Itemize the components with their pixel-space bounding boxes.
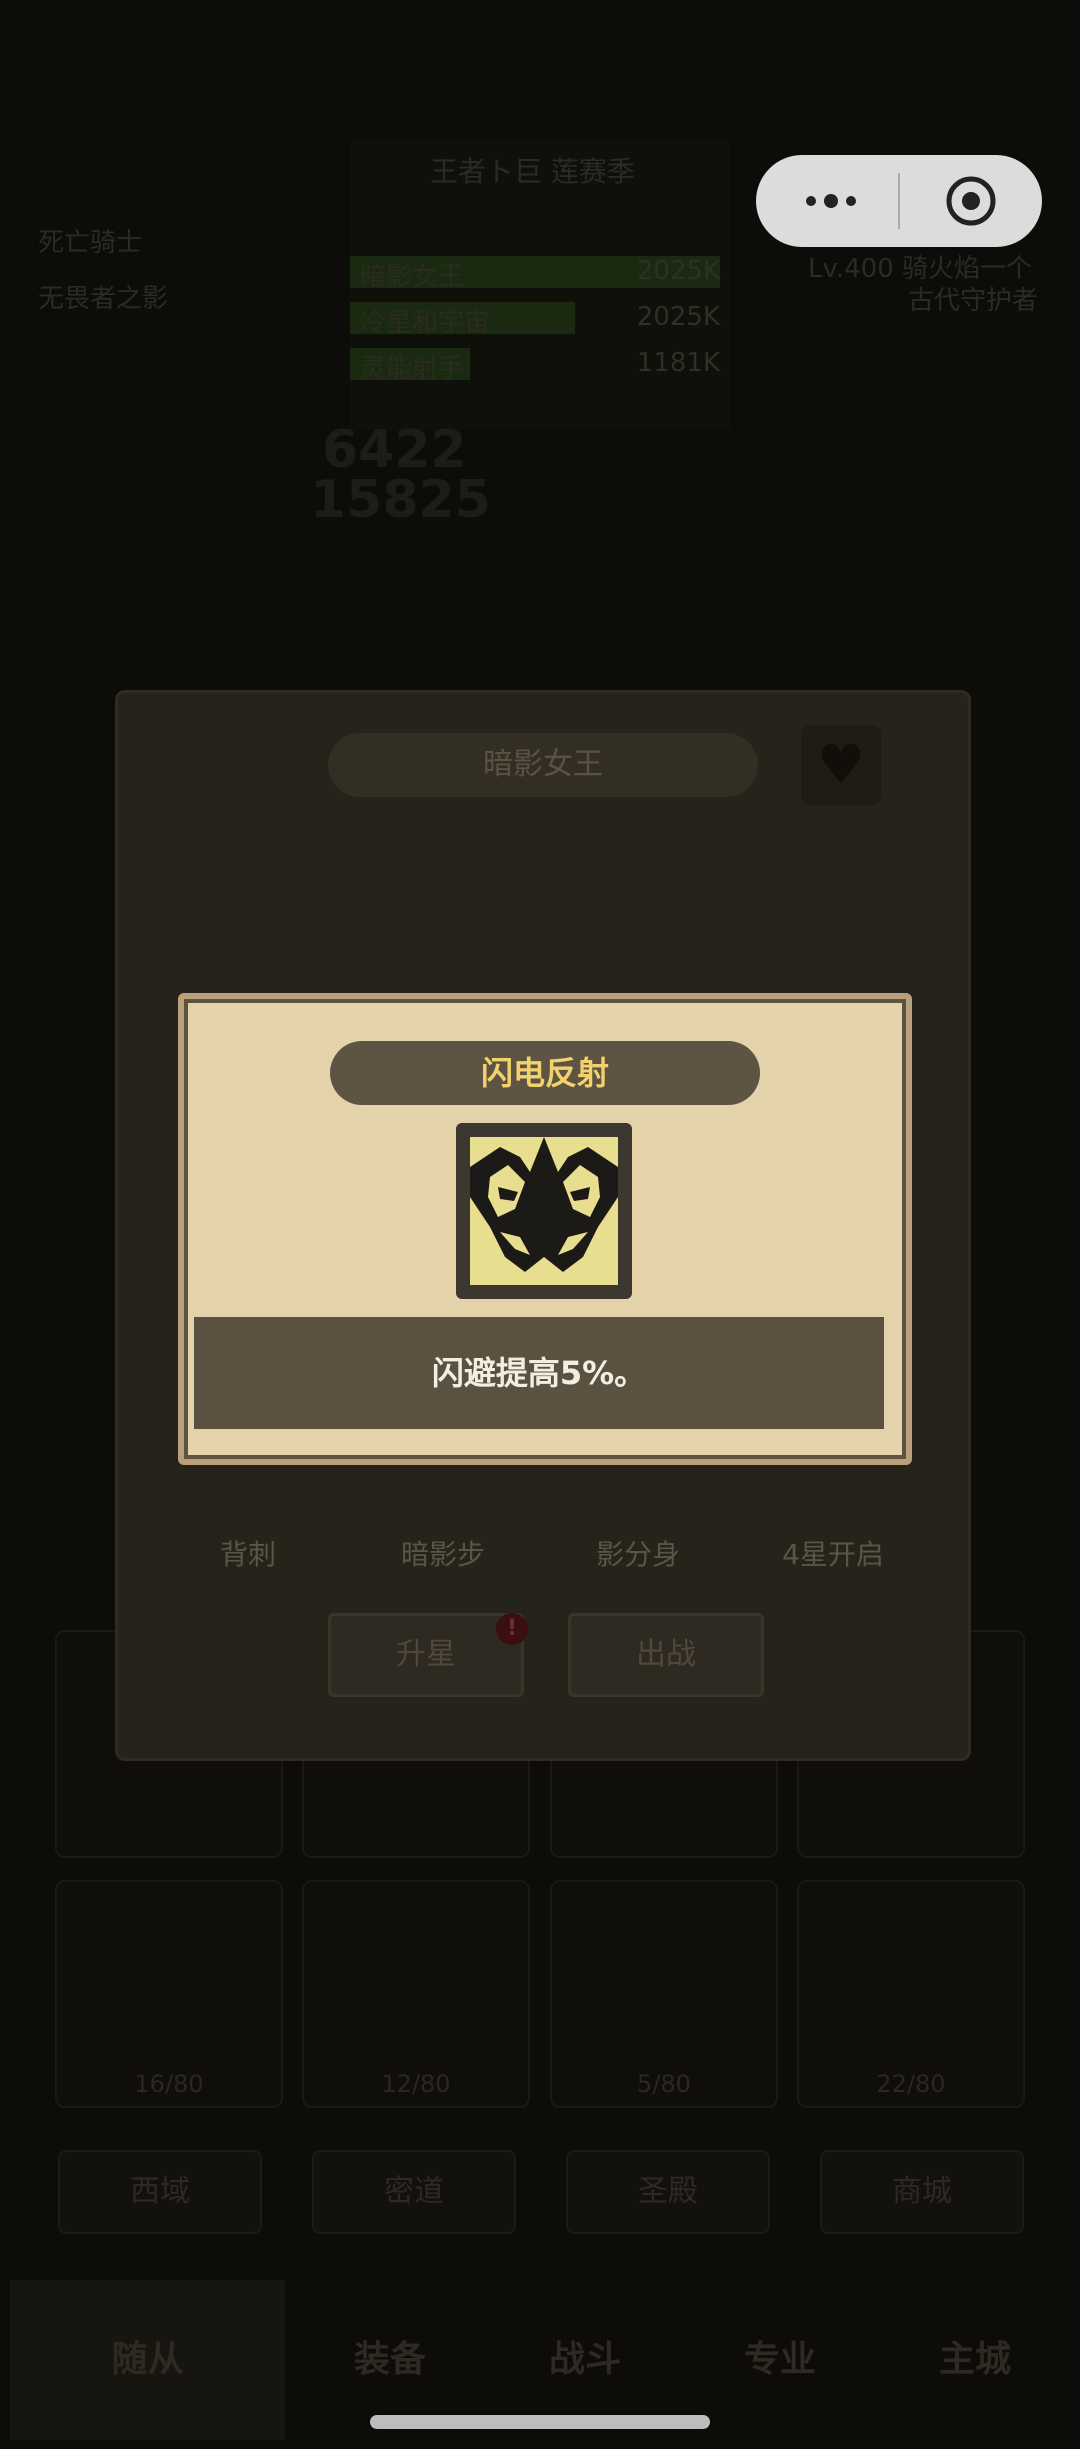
slot[interactable]: 16/80: [55, 1880, 283, 2108]
slot-count: 16/80: [134, 2070, 204, 2098]
slot-count: 5/80: [637, 2070, 691, 2098]
ranking-row: 暗影女王 2025K: [350, 252, 730, 292]
tab-shop[interactable]: 商城: [820, 2150, 1024, 2234]
rank-value: 2025K: [636, 302, 720, 332]
slot[interactable]: 5/80: [550, 1880, 778, 2108]
twin-mask-icon: [456, 1123, 632, 1299]
slot[interactable]: 22/80: [797, 1880, 1025, 2108]
heart-icon[interactable]: ♥: [801, 725, 881, 805]
rank-name: 冷星和宇宙: [360, 308, 491, 338]
mini-program-capsule[interactable]: [756, 155, 1042, 247]
tab-west[interactable]: 西域: [58, 2150, 262, 2234]
description-band: 闪避提高5%。: [194, 1317, 884, 1429]
skill-name: 暗影步: [400, 1538, 485, 1571]
tab-passage[interactable]: 密道: [312, 2150, 516, 2234]
ranking-row: 灵能射手 1181K: [350, 344, 730, 384]
popup-title: 闪电反射: [330, 1041, 760, 1105]
rank-name: 灵能射手: [360, 354, 465, 384]
tab-temple[interactable]: 圣殿: [566, 2150, 770, 2234]
ranking-row: 冷星和宇宙 2025K: [350, 298, 730, 338]
home-indicator: [370, 2415, 710, 2429]
skill-name: 背刺: [219, 1538, 276, 1571]
nav-followers[interactable]: 随从: [10, 2280, 285, 2440]
nav-profession[interactable]: 专业: [690, 2280, 870, 2440]
slot-count: 12/80: [381, 2070, 451, 2098]
deploy-button[interactable]: 出战: [568, 1613, 764, 1697]
skill-name: 影分身: [595, 1538, 680, 1571]
hero-title: 暗影女王: [328, 733, 758, 797]
alert-badge: !: [496, 1613, 528, 1645]
left-label-2: 无畏者之影: [38, 284, 169, 314]
ranking-panel: 王者ト巨 莲赛季 暗影女王 2025K 冷星和宇宙 2025K 灵能射手 118…: [350, 140, 730, 430]
rank-value: 2025K: [636, 256, 720, 286]
slot[interactable]: 12/80: [302, 1880, 530, 2108]
rank-value: 1181K: [636, 348, 720, 378]
big-number-2: 15825: [310, 470, 491, 530]
ranking-title: 王者ト巨 莲赛季: [430, 155, 635, 188]
slot-count: 22/80: [876, 2070, 946, 2098]
nav-main-city[interactable]: 主城: [885, 2280, 1065, 2440]
left-label-1: 死亡骑士: [38, 228, 143, 258]
skill-description: 闪避提高5%。: [431, 1354, 647, 1392]
upgrade-star-button[interactable]: 升星: [328, 1613, 524, 1697]
rank-name: 暗影女王: [360, 262, 465, 292]
right-label-2: 古代守护者: [908, 286, 1039, 316]
skill-popup: 闪电反射 闪避提高5%。: [178, 993, 912, 1465]
skill-name: 4星开启: [782, 1538, 884, 1571]
